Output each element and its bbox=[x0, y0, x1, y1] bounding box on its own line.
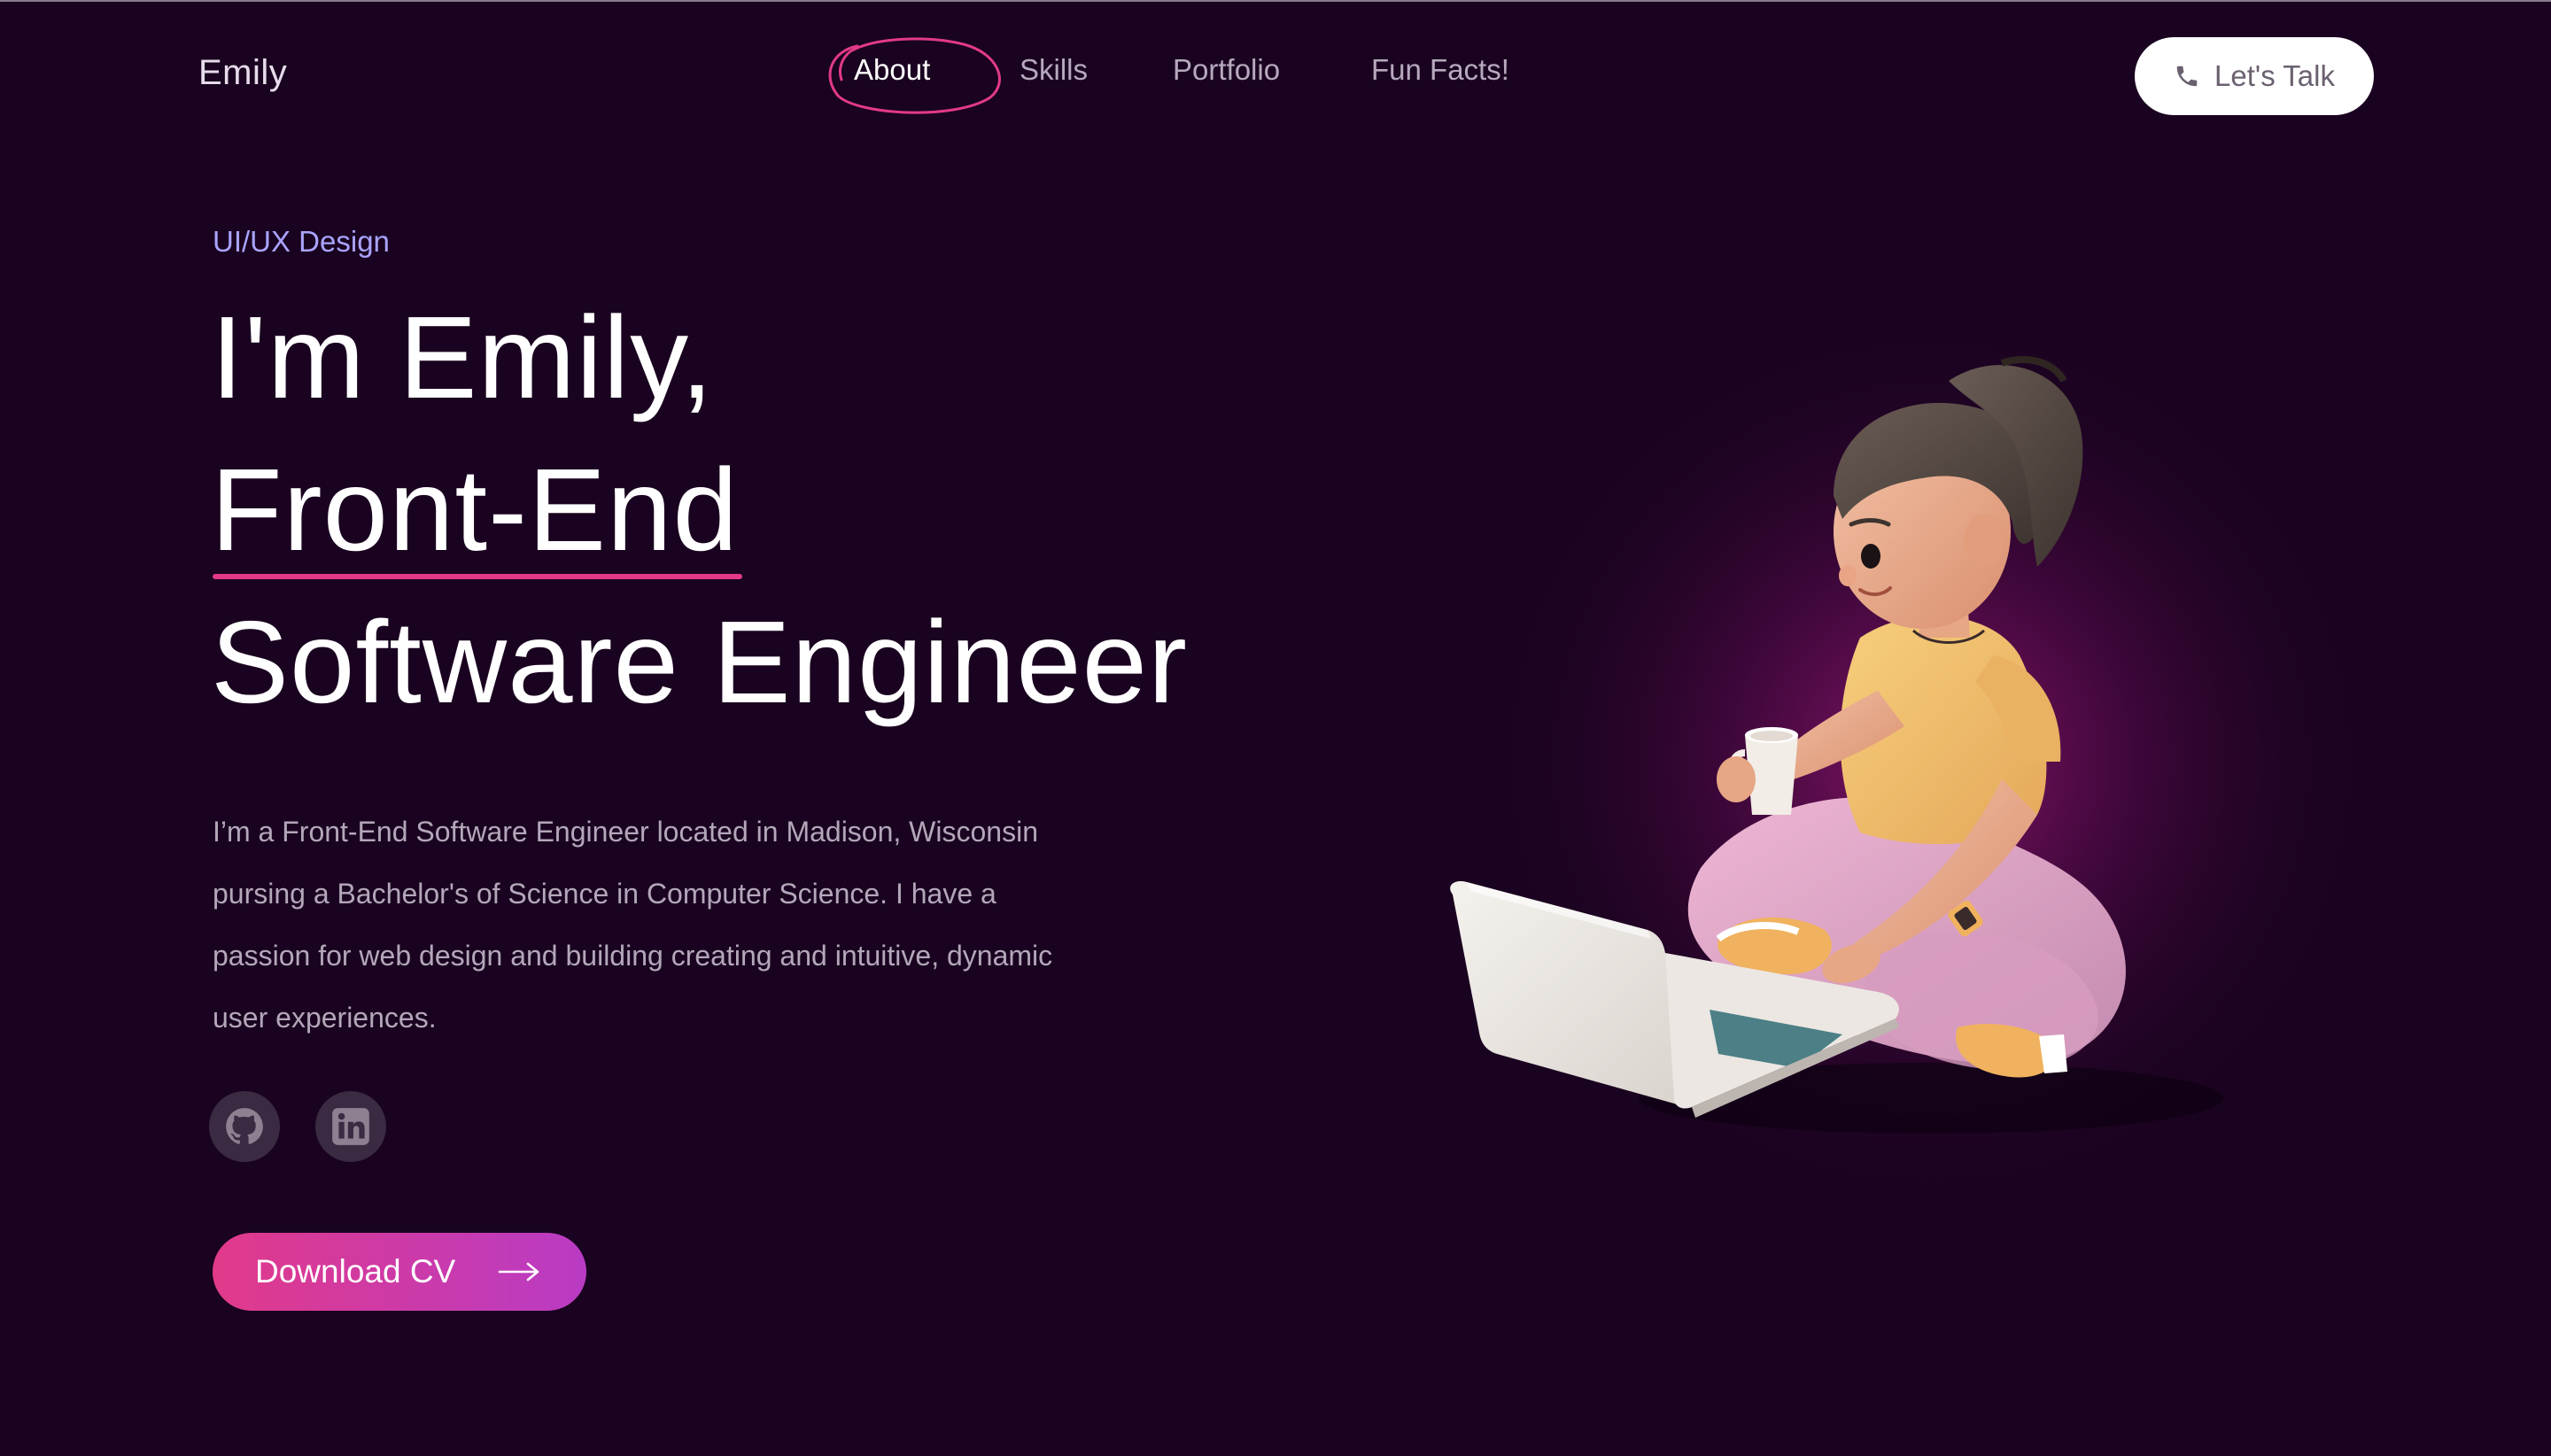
page: Emily About Skills Portfolio Fun Facts! … bbox=[0, 0, 2551, 1456]
headline-line-2-wrap: Front-End bbox=[211, 434, 742, 586]
bio-line-1: I’m a Front-End Software Engineer locate… bbox=[213, 816, 1038, 848]
arrow-right-icon bbox=[498, 1262, 539, 1282]
bio-line-2: pursing a Bachelor's of Science in Compu… bbox=[213, 878, 996, 910]
bio-line-4: user experiences. bbox=[213, 1002, 437, 1034]
linkedin-icon bbox=[332, 1108, 369, 1145]
hero-headline: I'm Emily, Front-End Software Engineer bbox=[211, 282, 1188, 739]
top-border bbox=[0, 0, 2551, 2]
hero-eyebrow: UI/UX Design bbox=[213, 225, 390, 258]
woman-with-laptop-illustration bbox=[1450, 319, 2392, 1222]
phone-icon bbox=[2176, 66, 2198, 87]
github-link[interactable] bbox=[209, 1091, 280, 1162]
download-cv-label: Download CV bbox=[255, 1253, 456, 1289]
nav-item-fun-facts[interactable]: Fun Facts! bbox=[1371, 53, 1509, 87]
brand-name[interactable]: Emily bbox=[198, 53, 287, 93]
nav-item-skills[interactable]: Skills bbox=[1020, 53, 1088, 87]
lets-talk-button[interactable]: Let's Talk bbox=[2135, 37, 2374, 115]
github-icon bbox=[226, 1108, 263, 1144]
headline-underline bbox=[213, 574, 742, 579]
lets-talk-label: Let's Talk bbox=[2214, 59, 2335, 92]
nav-item-portfolio[interactable]: Portfolio bbox=[1173, 53, 1280, 87]
bio-line-3: passion for web design and building crea… bbox=[213, 940, 1053, 972]
headline-line-3: Software Engineer bbox=[211, 597, 1188, 727]
social-links bbox=[209, 1091, 386, 1162]
linkedin-link[interactable] bbox=[315, 1091, 386, 1162]
hero-bio: I’m a Front-End Software Engineer locate… bbox=[213, 801, 1187, 1049]
download-cv-button[interactable]: Download CV bbox=[213, 1233, 586, 1311]
headline-line-2: Front-End bbox=[211, 445, 739, 575]
headline-line-1: I'm Emily, bbox=[211, 292, 715, 422]
nav-item-about[interactable]: About bbox=[854, 53, 930, 87]
